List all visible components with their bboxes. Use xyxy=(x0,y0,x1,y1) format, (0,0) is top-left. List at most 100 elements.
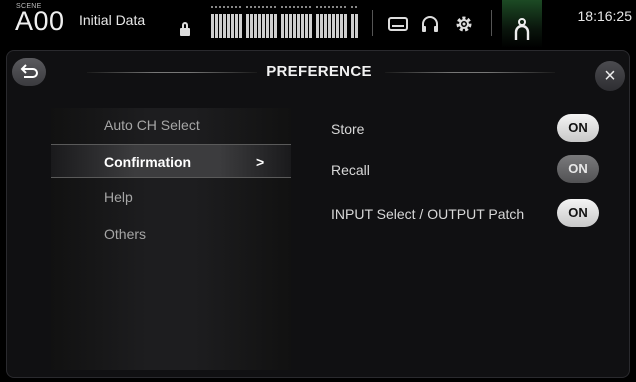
menu-item-label: Others xyxy=(104,226,147,242)
meter-bar xyxy=(336,14,339,38)
scene-name[interactable]: Initial Data xyxy=(79,12,145,28)
meter-peak xyxy=(223,6,225,8)
meter-bar xyxy=(219,14,222,38)
meter-bar xyxy=(235,14,238,38)
meter-peak xyxy=(215,6,217,8)
meter-peak xyxy=(239,6,241,8)
menu-item-label: Help xyxy=(104,189,133,205)
meter-peak xyxy=(332,6,334,8)
meter-bar xyxy=(344,14,347,38)
meter-bar xyxy=(250,14,253,38)
meter-peak xyxy=(316,6,318,8)
meter-peak xyxy=(254,6,256,8)
back-arrow-icon xyxy=(20,64,38,78)
meter-bar xyxy=(293,14,296,38)
divider xyxy=(491,10,492,36)
meter-bar xyxy=(254,14,257,38)
meter-bar xyxy=(351,14,354,38)
menu-item-auto-ch-select[interactable]: Auto CH Select xyxy=(51,108,291,142)
meter-peak xyxy=(309,6,311,8)
scene-number[interactable]: A00 xyxy=(15,8,65,35)
menu-item-others[interactable]: Others xyxy=(51,217,291,251)
headphones-icon[interactable] xyxy=(418,12,442,36)
header-rule-right xyxy=(385,72,555,73)
recorder-icon[interactable] xyxy=(386,12,410,36)
meter-bar xyxy=(262,14,265,38)
meter-bar xyxy=(227,14,230,38)
meter-peak xyxy=(219,6,221,8)
meter-bar xyxy=(266,14,269,38)
close-button[interactable]: × xyxy=(595,61,625,91)
meter-peak xyxy=(293,6,295,8)
meter-peak xyxy=(301,6,303,8)
meter-bar xyxy=(320,14,323,38)
meter-peak xyxy=(250,6,252,8)
meter-bar xyxy=(239,14,242,38)
meter-peak xyxy=(324,6,326,8)
store-toggle[interactable]: ON xyxy=(557,114,599,142)
meter-bar xyxy=(246,14,249,38)
meter-bar xyxy=(281,14,284,38)
lock-icon[interactable] xyxy=(180,22,190,36)
meter-peak xyxy=(281,6,283,8)
meter-peak xyxy=(320,6,322,8)
meter-peak xyxy=(340,6,342,8)
meter-bar xyxy=(231,14,234,38)
recall-toggle[interactable]: ON xyxy=(557,155,599,183)
chevron-right-icon: > xyxy=(256,154,265,170)
setting-row-input-output-patch: INPUT Select / OUTPUT Patch ON xyxy=(331,199,621,229)
meter-peak xyxy=(270,6,272,8)
meter-bar xyxy=(309,14,312,38)
meter-bar xyxy=(270,14,273,38)
meter-peak xyxy=(297,6,299,8)
meter-bar xyxy=(328,14,331,38)
meter-peak xyxy=(258,6,260,8)
meter-bar xyxy=(297,14,300,38)
clock: 18:16:25 xyxy=(577,8,633,24)
meter-peak xyxy=(266,6,268,8)
meter-peak xyxy=(235,6,237,8)
gear-icon[interactable] xyxy=(452,12,476,36)
meter-peak xyxy=(305,6,307,8)
menu-item-confirmation[interactable]: Confirmation > xyxy=(51,144,291,178)
meter-peak xyxy=(351,6,353,8)
meter-bar xyxy=(340,14,343,38)
meter-peak xyxy=(274,6,276,8)
meter-bar xyxy=(316,14,319,38)
meter-peak xyxy=(262,6,264,8)
category-menu: Auto CH Select Confirmation > Help Other… xyxy=(51,108,291,370)
meter-bar xyxy=(215,14,218,38)
meter-peak xyxy=(227,6,229,8)
meter-peak xyxy=(344,6,346,8)
meter-peak xyxy=(285,6,287,8)
menu-item-label: Confirmation xyxy=(104,154,192,170)
meter-bar xyxy=(211,14,214,38)
meter-peak xyxy=(289,6,291,8)
meter-peak xyxy=(355,6,357,8)
meter-peak xyxy=(246,6,248,8)
setting-row-store: Store ON xyxy=(331,114,621,144)
meter-bar xyxy=(274,14,277,38)
meter-peak xyxy=(328,6,330,8)
meter-peak xyxy=(211,6,213,8)
preference-panel: PREFERENCE × Auto CH Select Confirmation… xyxy=(6,50,630,378)
setting-row-recall: Recall ON xyxy=(331,155,621,185)
meter-peak xyxy=(231,6,233,8)
meter-bar xyxy=(258,14,261,38)
user-tab[interactable] xyxy=(502,0,542,48)
divider xyxy=(372,10,373,36)
status-bar: SCENE A00 Initial Data 18:16:25 xyxy=(0,0,636,48)
meter-peak xyxy=(336,6,338,8)
meter-bar xyxy=(332,14,335,38)
meter-bar xyxy=(305,14,308,38)
meter-bar xyxy=(285,14,288,38)
back-button[interactable] xyxy=(12,58,46,86)
menu-item-help[interactable]: Help xyxy=(51,180,291,214)
meter-bar xyxy=(324,14,327,38)
input-output-patch-toggle[interactable]: ON xyxy=(557,199,599,227)
setting-label: Recall xyxy=(331,162,370,178)
level-meters[interactable] xyxy=(207,6,367,38)
panel-header: PREFERENCE × xyxy=(7,51,631,95)
setting-label: Store xyxy=(331,121,365,137)
meter-bar xyxy=(223,14,226,38)
